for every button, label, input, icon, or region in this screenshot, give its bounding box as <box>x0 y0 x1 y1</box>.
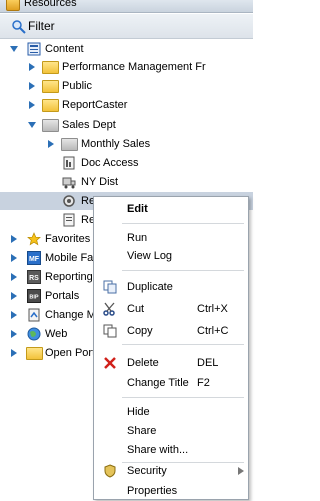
menu-item-label: Cut <box>127 303 145 315</box>
tree-item-monthly-sales[interactable]: Monthly Sales <box>0 135 253 153</box>
expand-triangle-icon[interactable] <box>10 273 18 281</box>
tree-item-label: Web <box>45 328 68 340</box>
folder-icon <box>42 80 59 93</box>
collapse-triangle-icon[interactable] <box>28 121 36 129</box>
panel-header: Resources <box>0 0 253 13</box>
expand-triangle-icon[interactable] <box>10 292 18 300</box>
expand-triangle-icon[interactable] <box>10 311 18 319</box>
menu-item-hide[interactable]: Hide <box>94 403 248 421</box>
mobile-favorites-badge: MF <box>29 256 40 263</box>
menu-item-share[interactable]: Share <box>94 422 248 440</box>
tree-item-content[interactable]: Content <box>0 40 253 58</box>
shield-icon <box>104 464 116 478</box>
menu-separator <box>122 344 244 345</box>
reporting-server-badge: RS <box>29 275 39 282</box>
portals-icon: BIP <box>27 289 41 303</box>
resources-icon <box>6 0 20 11</box>
delete-x-icon <box>104 357 116 369</box>
menu-item-shortcut: Ctrl+C <box>197 325 229 337</box>
menu-item-label: View Log <box>127 250 173 262</box>
expand-triangle-icon[interactable] <box>10 330 18 338</box>
menu-item-label: Share with... <box>127 444 189 456</box>
content-icon <box>27 42 41 56</box>
globe-icon <box>27 327 41 341</box>
submenu-arrow-icon <box>238 467 244 475</box>
menu-item-label: Copy <box>127 325 153 337</box>
expand-triangle-icon[interactable] <box>10 349 18 357</box>
menu-item-label: Security <box>127 465 167 477</box>
portals-badge: BIP <box>29 295 39 301</box>
menu-item-label: Edit <box>127 203 148 215</box>
menu-item-share-with[interactable]: Share with... <box>94 441 248 459</box>
tree-item-doc-access[interactable]: Doc Access <box>0 154 253 172</box>
menu-item-shortcut: DEL <box>197 357 219 369</box>
report-icon <box>63 156 75 170</box>
expand-triangle-icon[interactable] <box>10 235 18 243</box>
menu-item-label: Properties <box>127 485 178 497</box>
folder-icon <box>26 347 43 360</box>
tree-item-label: ReportCaster <box>62 99 128 111</box>
menu-item-label: Share <box>127 425 157 437</box>
tree-item-label: Doc Access <box>81 157 139 169</box>
menu-item-label: Run <box>127 232 148 244</box>
tree-item-label: Public <box>62 80 92 92</box>
menu-item-delete[interactable]: Delete DEL <box>94 354 248 372</box>
tree-item-sales-dept[interactable]: Sales Dept <box>0 116 253 134</box>
menu-item-copy[interactable]: Copy Ctrl+C <box>94 322 248 340</box>
tree-item-label: Portals <box>45 290 80 302</box>
schedule-gear-icon <box>63 195 75 207</box>
tree-item-label: Sales Dept <box>62 119 116 131</box>
expand-triangle-icon[interactable] <box>47 140 55 148</box>
menu-item-shortcut: Ctrl+X <box>197 303 228 315</box>
expand-triangle-icon[interactable] <box>28 101 36 109</box>
menu-item-change-title[interactable]: Change Title F2 <box>94 374 248 392</box>
menu-separator <box>122 397 244 398</box>
tree-item-label: Content <box>45 43 84 55</box>
tree-item-label: Monthly Sales <box>81 138 151 150</box>
tree-item-reportcaster[interactable]: ReportCaster <box>0 96 253 114</box>
menu-item-shortcut: F2 <box>197 377 210 389</box>
menu-item-run[interactable]: Run <box>94 229 248 247</box>
menu-item-label: Delete <box>127 357 159 369</box>
copy-icon <box>103 324 117 338</box>
duplicate-icon <box>103 280 117 294</box>
menu-item-label: Hide <box>127 406 150 418</box>
panel-title: Resources <box>24 0 77 9</box>
mobile-favorites-icon: MF <box>27 251 41 265</box>
report-icon <box>63 213 75 227</box>
expand-triangle-icon[interactable] <box>28 82 36 90</box>
change-management-icon <box>28 308 40 322</box>
collapse-triangle-icon[interactable] <box>10 45 18 53</box>
expand-triangle-icon[interactable] <box>10 254 18 262</box>
filter-label: Filter <box>28 19 55 33</box>
menu-separator <box>122 223 244 224</box>
tree-item-label: NY Dist <box>81 176 119 188</box>
filter-icon <box>12 20 26 37</box>
menu-item-label: Duplicate <box>127 281 173 293</box>
tree-item-label: Favorites <box>45 233 91 245</box>
tree-item-public[interactable]: Public <box>0 77 253 95</box>
menu-item-duplicate[interactable]: Duplicate <box>94 278 248 296</box>
tree-item-ny-dist[interactable]: NY Dist <box>0 173 253 191</box>
expand-triangle-icon[interactable] <box>28 63 36 71</box>
star-icon <box>27 232 41 246</box>
distribution-truck-icon <box>62 177 76 189</box>
context-menu: Edit Run View Log Duplicate Cut Ctrl+X C… <box>93 196 249 500</box>
menu-item-label: Change Title <box>127 377 189 389</box>
menu-separator <box>122 270 244 271</box>
scissors-icon <box>103 302 115 316</box>
menu-item-edit[interactable]: Edit <box>94 200 248 218</box>
filter-button[interactable]: Filter <box>0 14 253 39</box>
menu-item-security[interactable]: Security <box>94 462 248 480</box>
reporting-server-icon: RS <box>27 270 41 284</box>
open-folder-icon <box>42 119 59 132</box>
tree-item-label: Performance Management Fr <box>62 61 206 73</box>
folder-icon <box>42 61 59 74</box>
menu-item-view-log[interactable]: View Log <box>94 247 248 265</box>
tree-item-performance-management[interactable]: Performance Management Fr <box>0 58 253 76</box>
menu-item-cut[interactable]: Cut Ctrl+X <box>94 300 248 318</box>
menu-item-properties[interactable]: Properties <box>94 482 248 500</box>
folder-icon <box>61 138 78 151</box>
folder-icon <box>42 99 59 112</box>
